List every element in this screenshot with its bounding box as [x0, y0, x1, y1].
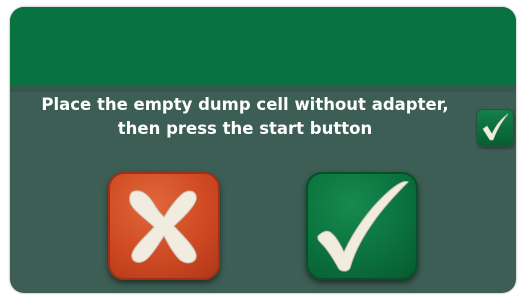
x-icon: [129, 190, 197, 264]
confirm-button[interactable]: [306, 172, 418, 280]
confirm-checkbox[interactable]: [477, 110, 513, 146]
divider: [10, 86, 516, 92]
title-bar: [10, 7, 516, 86]
checkmark-icon: [482, 113, 509, 141]
message-line-2: then press the start button: [117, 119, 373, 138]
message-line-1: Place the empty dump cell without adapte…: [41, 95, 449, 114]
instruction-message: Place the empty dump cell without adapte…: [10, 93, 480, 141]
checkmark-icon: [317, 181, 409, 272]
calibration-dialog: Place the empty dump cell without adapte…: [10, 7, 516, 293]
cancel-button[interactable]: [108, 172, 220, 280]
